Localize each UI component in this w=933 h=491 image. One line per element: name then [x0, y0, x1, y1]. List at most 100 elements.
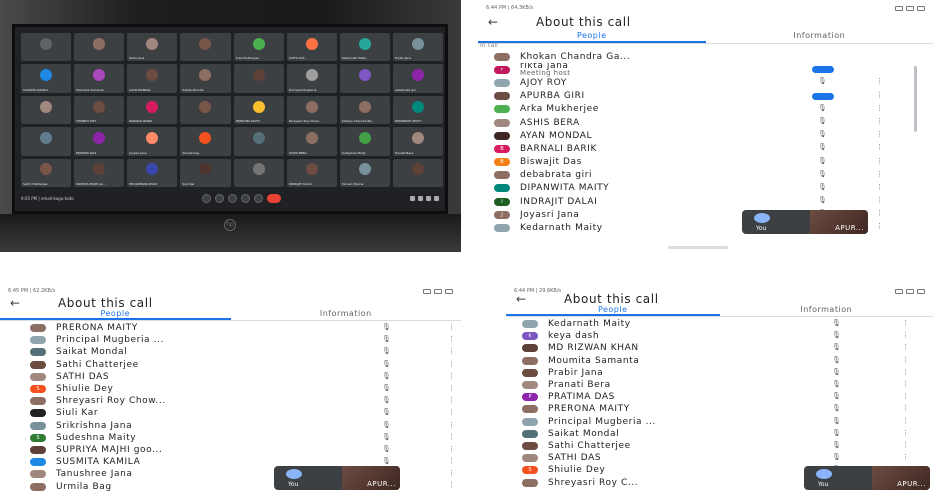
more-vert-icon[interactable]: ⋮	[902, 441, 909, 449]
participant-row[interactable]: MD RIZWAN KHAN 🎙 ⋮	[506, 342, 933, 354]
more-vert-icon[interactable]: ⋮	[448, 372, 455, 380]
participant-tile[interactable]: BARNALI BARIK	[127, 95, 178, 125]
participant-tile[interactable]: Arka Mukherjee	[233, 33, 284, 62]
participant-tile[interactable]: SUSMITA KAMILA	[21, 64, 72, 93]
tab-people[interactable]: People	[506, 305, 720, 316]
participant-row[interactable]: Prabir Jana 🎙 ⋮	[506, 367, 933, 379]
more-vert-icon[interactable]: ⋮	[448, 396, 455, 404]
more-vert-icon[interactable]: ⋮	[902, 429, 909, 437]
back-arrow-icon[interactable]: ←	[10, 296, 40, 310]
more-vert-icon[interactable]: ⋮	[448, 347, 455, 355]
more-vert-icon[interactable]: ⋮	[448, 421, 455, 429]
activities-icon[interactable]	[434, 195, 439, 201]
self-view-overlay[interactable]: You APUR...	[274, 466, 400, 490]
more-vert-icon[interactable]: ⋮	[902, 343, 909, 351]
participant-row[interactable]: Siuli Kar 🎙 ⋮	[0, 407, 461, 419]
participant-tile[interactable]: Moumita Samanta	[74, 64, 125, 93]
participant-tile[interactable]: Kedarnath Maity	[339, 33, 390, 62]
participant-row[interactable]: Saikat Mondal 🎙 ⋮	[0, 346, 461, 358]
participant-row[interactable]: Srikrishna Jana 🎙 ⋮	[0, 420, 461, 432]
participant-row[interactable]: P PRATIMA DAS 🎙 ⋮	[506, 391, 933, 403]
participant-row[interactable]: Khokan Chandra Ga...	[478, 50, 933, 63]
more-vert-icon[interactable]: ⋮	[902, 356, 909, 364]
participant-row[interactable]: Shreyasri Roy Chow... 🎙 ⋮	[0, 395, 461, 407]
more-vert-icon[interactable]: ⋮	[902, 380, 909, 388]
participant-tile[interactable]: INDRAJIT DALAI	[286, 158, 337, 187]
participant-row[interactable]: AYAN MONDAL 🎙 ⋮	[478, 129, 933, 142]
participant-tile[interactable]	[233, 158, 284, 187]
participant-row[interactable]: SATHI DAS 🎙 ⋮	[0, 371, 461, 383]
more-vert-icon[interactable]: ⋮	[876, 170, 883, 178]
captions-button[interactable]	[228, 193, 238, 203]
self-view-overlay[interactable]: You APUR...	[804, 466, 930, 490]
more-vert-icon[interactable]: ⋮	[902, 392, 909, 400]
tab-information[interactable]: Information	[706, 31, 933, 43]
more-vert-icon[interactable]: ⋮	[876, 77, 883, 85]
participant-tile[interactable]: Rikta Jana	[127, 33, 178, 62]
more-vert-icon[interactable]: ⋮	[876, 91, 883, 99]
participant-row[interactable]: Sathi Chatterjee 🎙 ⋮	[506, 440, 933, 452]
more-vert-icon[interactable]: ⋮	[876, 209, 883, 217]
more-vert-icon[interactable]: ⋮	[876, 117, 883, 125]
participant-tile[interactable]	[392, 158, 443, 187]
back-arrow-icon[interactable]: ←	[516, 292, 546, 306]
participant-row[interactable]: B Biswajit Das 🎙 ⋮	[478, 156, 933, 169]
more-vert-icon[interactable]: ⋮	[448, 457, 455, 465]
chat-icon[interactable]	[426, 195, 431, 201]
participant-tile[interactable]: Shreyasri Roy Chow...	[286, 95, 337, 125]
more-vert-icon[interactable]: ⋮	[902, 368, 909, 376]
participant-tile[interactable]: Tanusri Manna	[339, 158, 390, 187]
more-vert-icon[interactable]: ⋮	[902, 319, 909, 327]
camera-button[interactable]	[215, 193, 225, 203]
info-icon[interactable]	[410, 195, 415, 201]
participant-tile[interactable]: PRERONA MAITY	[233, 95, 284, 125]
more-vert-icon[interactable]: ⋮	[902, 453, 909, 461]
participant-tile[interactable]: Khokan Chandra Ba...	[339, 95, 390, 125]
more-vert-icon[interactable]: ⋮	[876, 130, 883, 138]
leave-call-button[interactable]	[267, 193, 282, 203]
participant-tile[interactable]	[180, 95, 231, 125]
participant-tile[interactable]: SATHI DAS	[286, 33, 337, 62]
participant-tile[interactable]	[74, 33, 125, 62]
participant-tile[interactable]: SUPRIYA MAJHI go...	[74, 158, 125, 187]
participant-row[interactable]: AJOY ROY 🎙 ⋮	[478, 76, 933, 89]
more-vert-icon[interactable]: ⋮	[448, 481, 455, 489]
participant-row[interactable]: Kedarnath Maity 🎙 ⋮	[506, 318, 933, 330]
more-vert-icon[interactable]: ⋮	[902, 404, 909, 412]
participant-row[interactable]: S Shiulie Dey 🎙 ⋮	[0, 383, 461, 395]
more-vert-icon[interactable]: ⋮	[902, 417, 909, 425]
participant-tile[interactable]	[21, 127, 72, 156]
participant-tile[interactable]: Shiulie Dey	[180, 127, 231, 156]
participant-row[interactable]: DIPANWITA MAITY 🎙 ⋮	[478, 182, 933, 195]
participant-row[interactable]: Moumita Samanta 🎙 ⋮	[506, 355, 933, 367]
back-arrow-icon[interactable]: ←	[488, 15, 518, 29]
tab-information[interactable]: Information	[231, 309, 462, 320]
more-vert-icon[interactable]: ⋮	[448, 469, 455, 477]
participant-row[interactable]: ASHIS BERA 🎙 ⋮	[478, 116, 933, 129]
present-button[interactable]	[241, 193, 251, 203]
participant-row[interactable]: SUPRIYA MAJHI goo... 🎙 ⋮	[0, 444, 461, 456]
participant-tile[interactable]: PRATIMA DAS	[74, 127, 125, 156]
participant-row[interactable]: S Sudeshna Maity 🎙 ⋮	[0, 432, 461, 444]
more-vert-icon[interactable]: ⋮	[448, 335, 455, 343]
participant-row[interactable]: Principal Mugberia ... 🎙 ⋮	[506, 416, 933, 428]
participant-tile[interactable]: Sathi Chatterjee	[21, 158, 72, 187]
participant-row[interactable]: B BARNALI BARIK 🎙 ⋮	[478, 142, 933, 155]
participant-row[interactable]: APURBA GIRI ⋮	[478, 90, 933, 103]
participant-row[interactable]: Saikat Mondal 🎙 ⋮	[506, 428, 933, 440]
participant-tile[interactable]: TONMOY DEY	[74, 95, 125, 125]
more-vert-icon[interactable]: ⋮	[876, 143, 883, 151]
more-vert-icon[interactable]: ⋮	[448, 384, 455, 392]
participant-tile[interactable]: Siuli Kar	[180, 158, 231, 187]
participant-tile[interactable]: MD RIZWAN KHAN	[127, 158, 178, 187]
participant-tile[interactable]: DIPANWITA MAITY	[392, 95, 443, 125]
participant-row[interactable]: k keya dash 🎙 ⋮	[506, 330, 933, 342]
participant-tile[interactable]: ASHIS BERA	[286, 127, 337, 156]
participant-row[interactable]: Pranati Bera 🎙 ⋮	[506, 379, 933, 391]
people-icon[interactable]	[418, 195, 423, 201]
scrollbar[interactable]	[914, 66, 917, 132]
more-options-button[interactable]	[254, 193, 264, 203]
participant-tile[interactable]	[180, 33, 231, 62]
more-vert-icon[interactable]: ⋮	[902, 331, 909, 339]
participant-tile[interactable]	[233, 127, 284, 156]
